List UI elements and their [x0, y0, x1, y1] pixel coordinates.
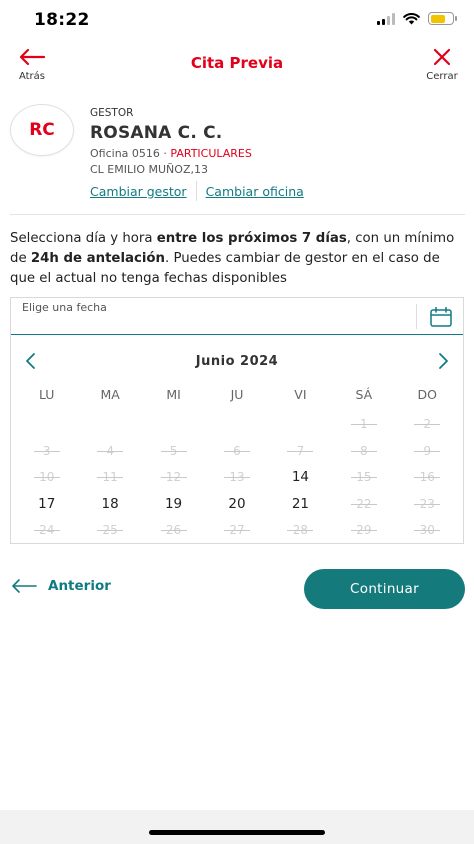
nav-bar: Atrás Cita Previa Cerrar: [0, 44, 474, 86]
weekday-header: LU MA MI JU VI SÁ DO: [15, 387, 459, 402]
calendar-day-disabled: 11: [78, 465, 141, 492]
date-field-divider: [416, 304, 417, 329]
calendar-day-available[interactable]: 19: [142, 492, 205, 519]
continue-button[interactable]: Continuar: [304, 569, 465, 609]
chevron-right-icon[interactable]: [438, 352, 450, 370]
office-address: CL EMILIO MUÑOZ,13: [90, 163, 208, 176]
calendar-day-disabled: 9: [396, 439, 459, 466]
calendar-day-disabled: 13: [205, 465, 268, 492]
calendar-day-disabled: 26: [142, 518, 205, 545]
calendar-blank: [205, 412, 268, 439]
weekday-label: SÁ: [355, 387, 373, 402]
calendar-day-disabled: 3: [15, 439, 78, 466]
section-divider: [10, 214, 465, 215]
date-input[interactable]: Elige una fecha: [11, 298, 463, 335]
weekday-label: VI: [294, 387, 307, 402]
status-bar: 18:22: [0, 0, 474, 44]
weekday-label: MI: [166, 387, 181, 402]
previous-button[interactable]: Anterior: [10, 578, 111, 594]
previous-label: Anterior: [48, 578, 111, 594]
close-button[interactable]: Cerrar: [422, 48, 462, 82]
gestor-label: GESTOR: [90, 107, 134, 119]
instructions-text: Selecciona día y hora entre los próximos…: [10, 231, 455, 286]
calendar-icon[interactable]: [430, 307, 452, 327]
calendar-day-disabled: 29: [332, 518, 395, 545]
change-office-link[interactable]: Cambiar oficina: [206, 184, 304, 199]
calendar-day-disabled: 6: [205, 439, 268, 466]
calendar-day-available[interactable]: 18: [78, 492, 141, 519]
battery-icon: [428, 12, 457, 25]
home-indicator[interactable]: [149, 830, 325, 835]
calendar-day-disabled: 27: [205, 518, 268, 545]
calendar-card: Elige una fecha Junio 2024 LU MA MI JU VI SÁ D…: [10, 297, 464, 544]
gestor-office: Oficina 0516 · PARTICULARES: [90, 147, 304, 160]
office-number: Oficina 0516 ·: [90, 147, 171, 160]
weekday-label: LU: [38, 387, 55, 402]
calendar-day-disabled: 8: [332, 439, 395, 466]
avatar: RC: [10, 104, 74, 156]
calendar-day-disabled: 5: [142, 439, 205, 466]
calendar-day-available[interactable]: 21: [269, 492, 332, 519]
calendar-day-disabled: 28: [269, 518, 332, 545]
calendar-day-disabled: 25: [78, 518, 141, 545]
date-placeholder: Elige una fecha: [22, 301, 107, 314]
calendar-day-disabled: 16: [396, 465, 459, 492]
gestor-links: Cambiar gestor Cambiar oficina: [90, 181, 304, 201]
calendar-day-disabled: 12: [142, 465, 205, 492]
calendar-blank: [142, 412, 205, 439]
calendar-day-disabled: 7: [269, 439, 332, 466]
calendar-day-available[interactable]: 20: [205, 492, 268, 519]
calendar-blank: [15, 412, 78, 439]
client-segment: PARTICULARES: [170, 147, 252, 160]
calendar-day-disabled: 10: [15, 465, 78, 492]
calendar-blank: [269, 412, 332, 439]
close-label: Cerrar: [426, 71, 458, 82]
weekday-label: MA: [100, 387, 120, 402]
calendar-day-disabled: 2: [396, 412, 459, 439]
calendar-day-available[interactable]: 14: [269, 465, 332, 492]
calendar-day-disabled: 23: [396, 492, 459, 519]
weekday-label: JU: [230, 387, 244, 402]
change-gestor-link[interactable]: Cambiar gestor: [90, 184, 187, 199]
calendar-day-disabled: 15: [332, 465, 395, 492]
bottom-safe-area: [0, 810, 474, 844]
close-icon: [433, 48, 451, 66]
calendar-day-disabled: 22: [332, 492, 395, 519]
weekday-label: DO: [417, 387, 437, 402]
gestor-name: ROSANA C. C.: [90, 123, 223, 143]
back-label: Atrás: [18, 71, 46, 82]
calendar-day-available[interactable]: 17: [15, 492, 78, 519]
month-navigation: Junio 2024: [11, 350, 463, 374]
arrow-left-icon: [12, 579, 37, 593]
calendar-blank: [78, 412, 141, 439]
wifi-icon: [403, 12, 420, 24]
calendar-grid: 1 2 3 4 5 6 7 8 9 10 11 12 13 14 15 16 17 18 19 20 21 22 23 24 2…: [15, 412, 459, 545]
calendar-day-disabled: 4: [78, 439, 141, 466]
calendar-day-disabled: 1: [332, 412, 395, 439]
page-title: Cita Previa: [190, 54, 284, 72]
link-divider: [195, 181, 197, 201]
calendar-day-disabled: 24: [15, 518, 78, 545]
month-title: Junio 2024: [195, 354, 279, 369]
status-time: 18:22: [34, 10, 90, 30]
gestor-info: GESTOR ROSANA C. C. Oficina 0516 · PARTI…: [90, 107, 304, 201]
signal-icon: [377, 12, 395, 25]
status-icons: [377, 12, 457, 25]
calendar-day-disabled: 30: [396, 518, 459, 545]
